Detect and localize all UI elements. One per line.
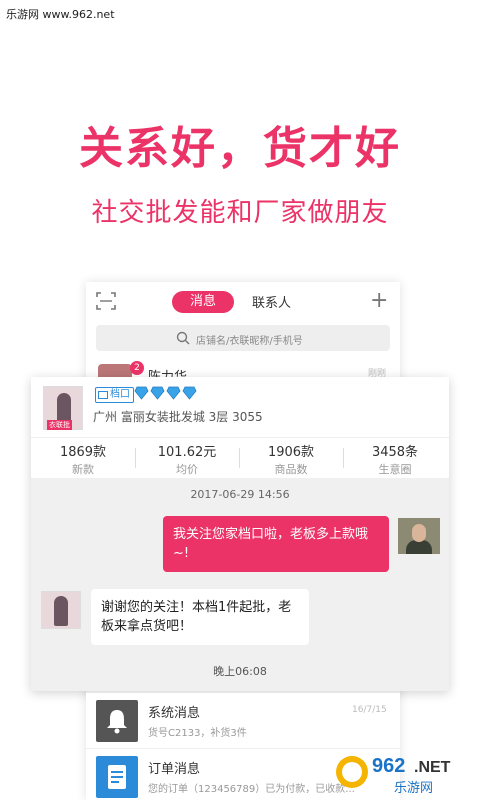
stat-avg-price[interactable]: 101.62元 均价: [135, 441, 239, 477]
scan-icon[interactable]: [96, 292, 116, 310]
stat-new[interactable]: 1869款 新款: [31, 441, 135, 477]
logo-text: 乐游网: [394, 781, 433, 796]
hero-subline: 社交批发能和厂家做朋友: [91, 198, 389, 228]
store-avatar-label: 衣联批: [47, 420, 72, 430]
search-input[interactable]: 店铺名/衣联昵称/手机号: [96, 325, 390, 351]
shop-icon: [98, 391, 108, 399]
hero-headline: 关系好，货才好: [79, 123, 401, 174]
store-header[interactable]: 衣联批 档口 广州 富丽女装批发城 3层 3055 1869款 新款 101.6…: [31, 377, 449, 478]
stat-value: 1906款: [267, 445, 315, 460]
tab-contacts[interactable]: 联系人: [252, 292, 291, 311]
store-location: 广州 富丽女装批发城 3层 3055: [93, 410, 263, 424]
logo-suffix: .NET: [414, 759, 451, 776]
add-icon[interactable]: +: [370, 290, 388, 312]
stat-label: 均价: [176, 463, 198, 476]
stat-label: 生意圈: [378, 463, 412, 476]
diamond-icon: [150, 386, 165, 400]
stall-badge: 档口: [95, 387, 134, 403]
search-placeholder: 店铺名/衣联昵称/手机号: [196, 336, 303, 347]
rating-diamonds: [134, 385, 198, 404]
top-bar: 消息 联系人 +: [86, 282, 400, 322]
list-item-title: 系统消息: [148, 706, 201, 721]
incoming-message[interactable]: 谢谢您的关注！本档1件起批，老板来拿点货吧！: [91, 589, 309, 645]
user-avatar[interactable]: [398, 518, 440, 554]
list-item-time: 16/7/15: [352, 705, 387, 715]
chat-window: 衣联批 档口 广州 富丽女装批发城 3层 3055 1869款 新款 101.6…: [31, 377, 449, 691]
diamond-icon: [134, 386, 149, 400]
bell-icon: [96, 700, 138, 742]
list-item-subtitle: 货号C2133，补货3件: [148, 728, 247, 739]
stat-value: 3458条: [371, 445, 419, 460]
stat-label: 商品数: [274, 463, 308, 476]
stat-label: 新款: [72, 463, 94, 476]
store-stats: 1869款 新款 101.62元 均价 1906款 商品数 3458条 生意圈: [31, 437, 449, 478]
stat-products[interactable]: 1906款 商品数: [239, 441, 343, 477]
stat-business-circle[interactable]: 3458条 生意圈: [343, 441, 447, 477]
unread-badge: 2: [130, 361, 144, 375]
site-watermark-text: 乐游网 www.962.net: [6, 8, 115, 21]
logo-number: 962: [372, 755, 405, 777]
search-icon: [176, 331, 190, 345]
diamond-icon: [182, 386, 197, 400]
list-item-system[interactable]: 系统消息 货号C2133，补货3件 16/7/15: [86, 693, 400, 749]
stat-value: 101.62元: [157, 445, 217, 460]
outgoing-message[interactable]: 我关注您家档口啦，老板多上款哦~!: [163, 516, 389, 572]
store-avatar: 衣联批: [43, 386, 83, 430]
tab-messages[interactable]: 消息: [172, 291, 234, 313]
document-icon: [96, 756, 138, 798]
list-item-title: 订单消息: [148, 762, 201, 777]
stall-badge-label: 档口: [110, 389, 130, 400]
stat-value: 1869款: [59, 445, 107, 460]
site-logo: 962 .NET 乐游网: [336, 755, 451, 796]
message-time: 晚上06:08: [213, 665, 267, 678]
diamond-icon: [166, 386, 181, 400]
avatar: [98, 364, 132, 378]
message-date: 2017-06-29 14:56: [190, 488, 290, 501]
store-avatar[interactable]: [41, 591, 81, 629]
